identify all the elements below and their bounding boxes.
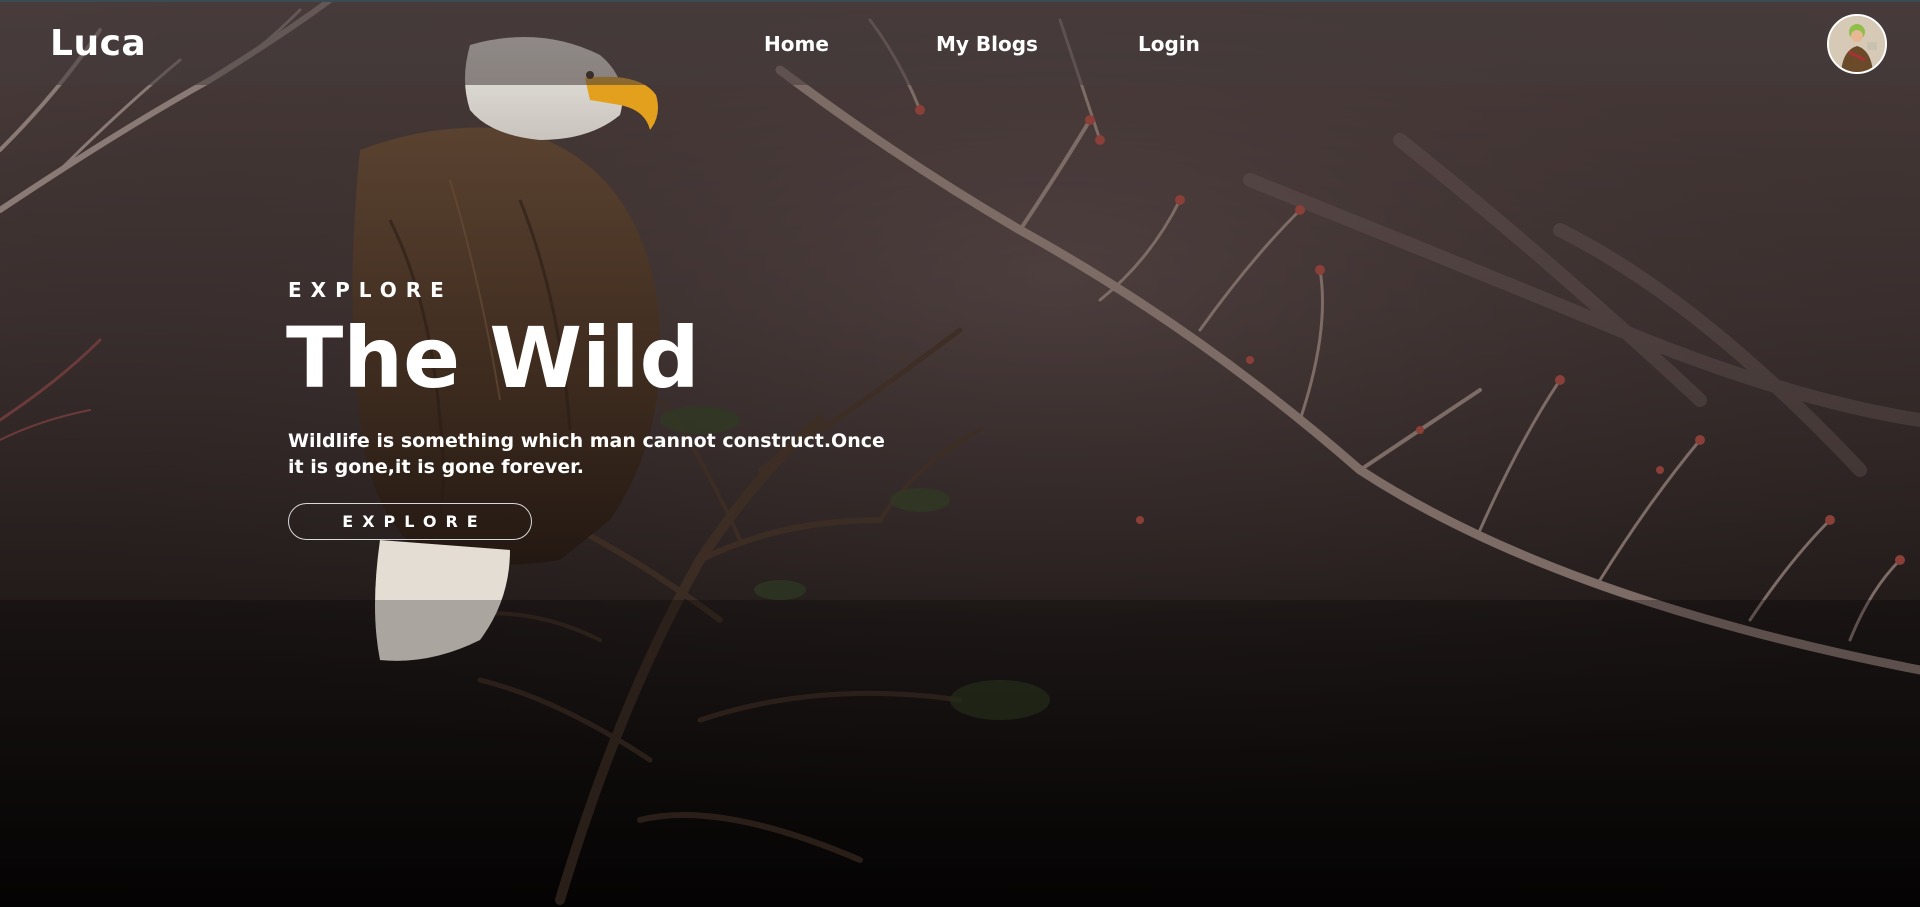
nav-link-home[interactable]: Home	[764, 31, 829, 57]
landing-page: Luca Home My Blogs Login EXPLORE The Wil…	[0, 0, 1920, 907]
nav-link-my-blogs[interactable]: My Blogs	[936, 31, 1038, 57]
main-nav: Home My Blogs Login	[0, 2, 1920, 87]
nav-link-login[interactable]: Login	[1138, 31, 1200, 57]
hero-eyebrow: EXPLORE	[288, 278, 453, 302]
top-navbar: Luca Home My Blogs Login	[0, 0, 1920, 85]
hero-title: The Wild	[286, 309, 700, 407]
user-avatar-icon[interactable]	[1827, 14, 1887, 74]
explore-button[interactable]: EXPLORE	[288, 503, 532, 540]
hero-description: Wildlife is something which man cannot c…	[288, 430, 885, 478]
